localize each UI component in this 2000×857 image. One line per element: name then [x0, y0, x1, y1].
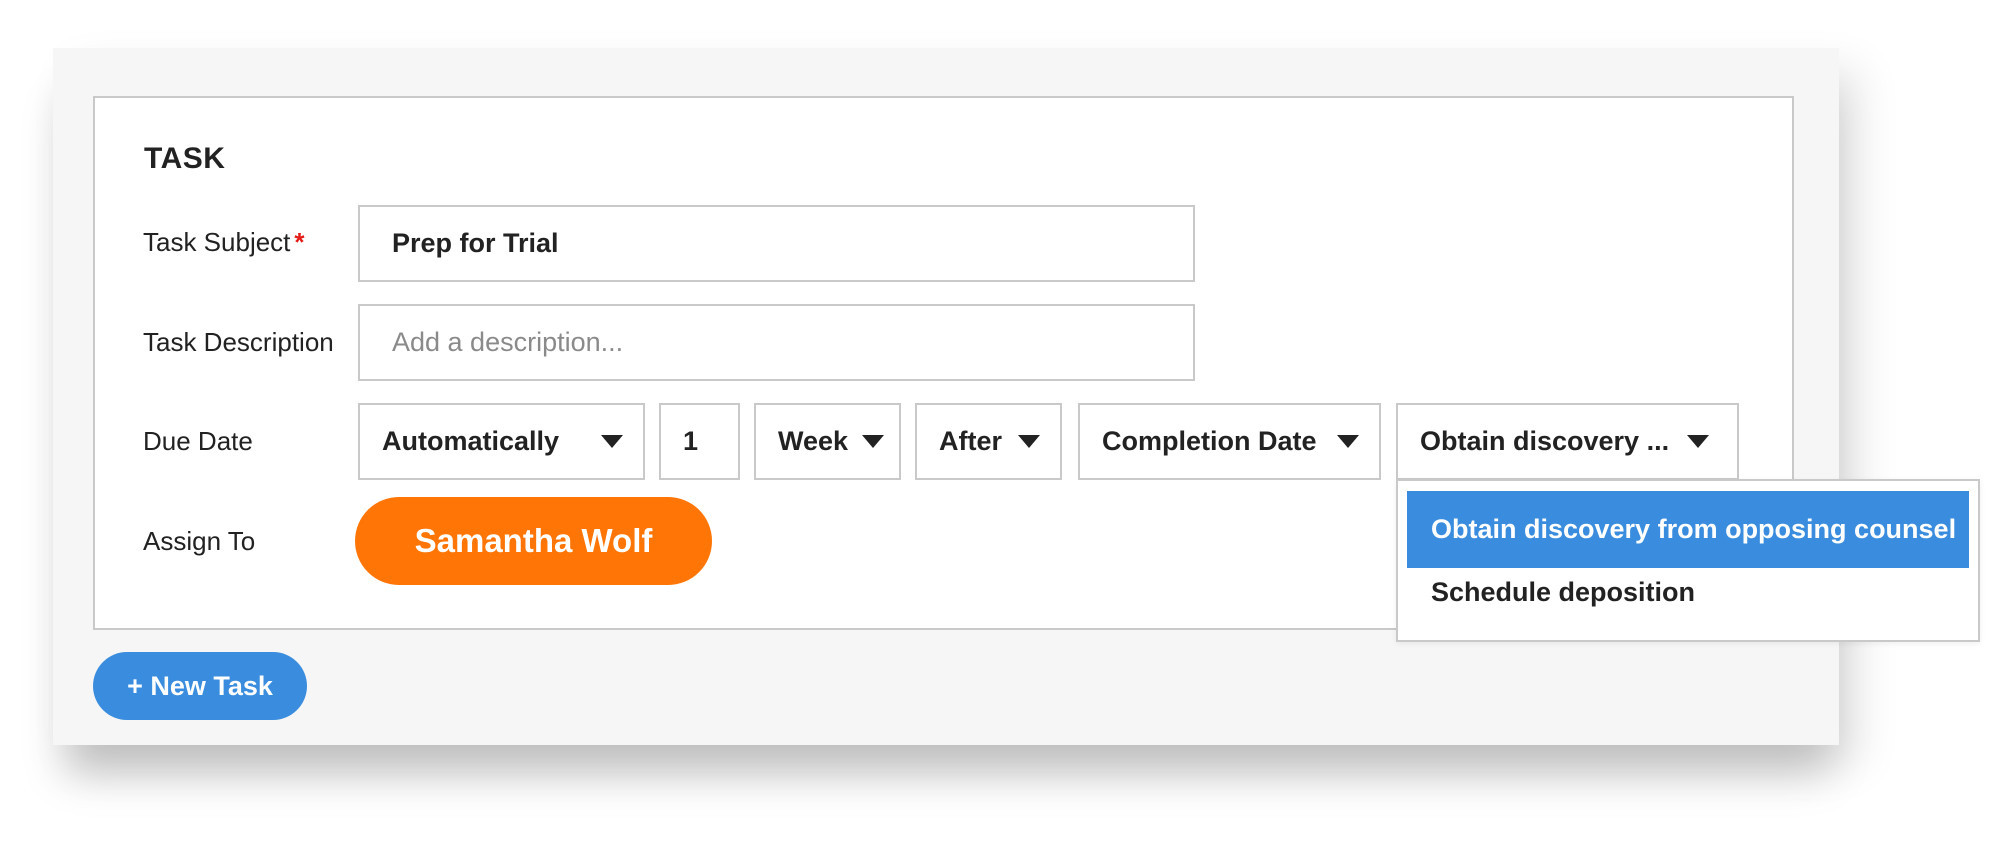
chevron-down-icon: [862, 435, 885, 448]
due-date-reference-value: Completion Date: [1102, 426, 1317, 456]
assignee-name: Samantha Wolf: [414, 522, 653, 559]
task-description-input[interactable]: Add a description...: [358, 304, 1195, 381]
assign-to-label: Assign To: [143, 526, 256, 556]
due-date-amount-input[interactable]: 1: [659, 403, 740, 480]
due-date-mode-select[interactable]: Automatically: [358, 403, 645, 480]
related-task-value: Obtain discovery ...: [1420, 426, 1670, 456]
due-date-unit-value: Week: [778, 426, 849, 456]
due-date-reference-select[interactable]: Completion Date: [1078, 403, 1381, 480]
related-task-dropdown: Obtain discovery from opposing counsel S…: [1396, 479, 1980, 642]
due-date-mode-value: Automatically: [382, 426, 560, 456]
dropdown-option[interactable]: Schedule deposition: [1407, 554, 1969, 631]
due-date-unit-select[interactable]: Week: [754, 403, 901, 480]
new-task-button[interactable]: + New Task: [93, 652, 307, 720]
chevron-down-icon: [1337, 435, 1359, 448]
section-title: TASK: [144, 142, 226, 175]
chevron-down-icon: [1687, 435, 1709, 448]
dropdown-option-label: Schedule deposition: [1431, 577, 1696, 607]
due-date-label: Due Date: [143, 426, 253, 456]
chevron-down-icon: [601, 435, 623, 448]
task-description-placeholder: Add a description...: [392, 327, 624, 357]
dropdown-option-label: Obtain discovery from opposing counsel: [1431, 514, 1957, 544]
new-task-label: + New Task: [127, 670, 273, 701]
assignee-button[interactable]: Samantha Wolf: [355, 497, 712, 585]
due-date-relation-value: After: [939, 426, 1003, 456]
chevron-down-icon: [1018, 435, 1040, 448]
required-marker: *: [294, 227, 305, 257]
related-task-select[interactable]: Obtain discovery ...: [1396, 403, 1739, 480]
task-subject-input[interactable]: Prep for Trial: [358, 205, 1195, 282]
due-date-relation-select[interactable]: After: [915, 403, 1062, 480]
due-date-amount-value: 1: [683, 426, 699, 456]
task-description-label: Task Description: [143, 327, 334, 357]
task-subject-value: Prep for Trial: [392, 228, 559, 258]
task-subject-label: Task Subject *: [143, 227, 305, 258]
task-subject-label-text: Task Subject: [143, 227, 291, 257]
